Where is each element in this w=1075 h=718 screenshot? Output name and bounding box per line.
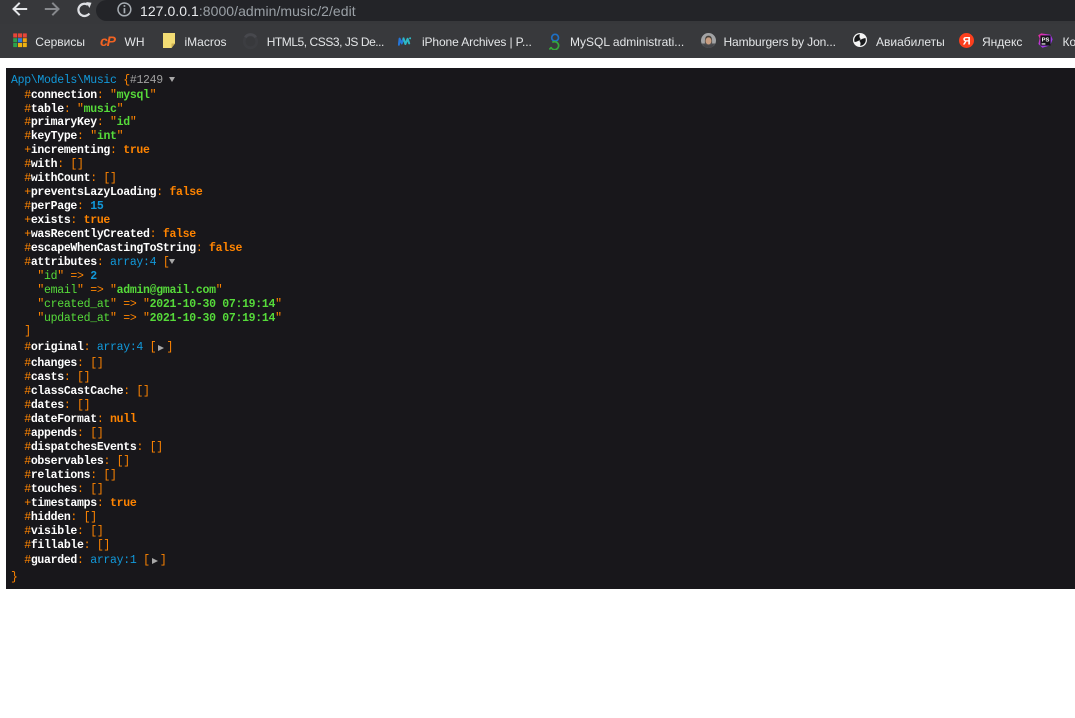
svg-text:PS: PS [1042, 38, 1050, 44]
svg-text:Я: Я [962, 35, 970, 47]
